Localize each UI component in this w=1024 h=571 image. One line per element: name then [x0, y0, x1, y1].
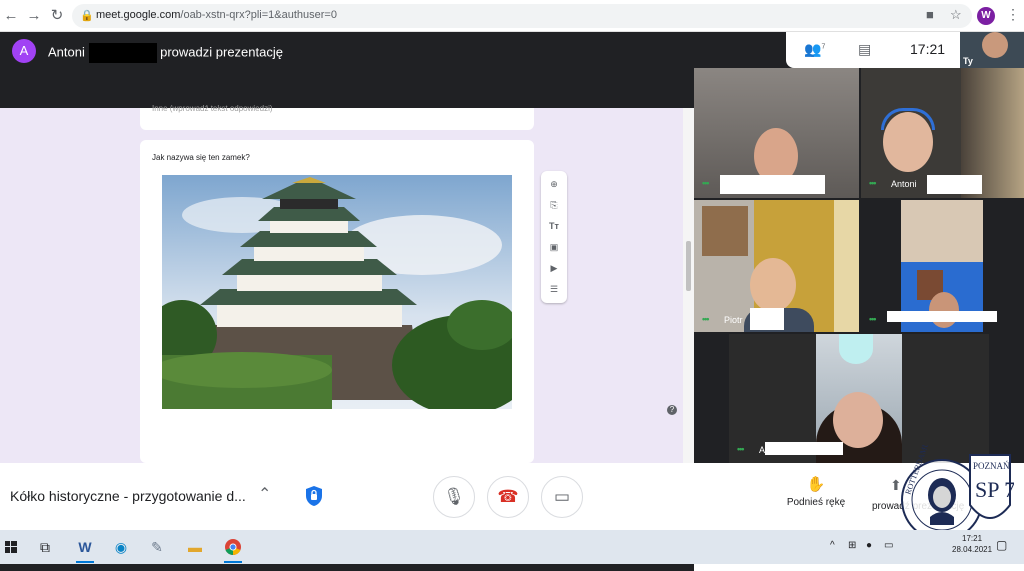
raise-hand-label: Podnieś rękę — [786, 497, 846, 508]
add-video-icon[interactable]: ▶ — [548, 262, 560, 274]
add-image-icon[interactable]: ▣ — [548, 241, 560, 253]
castle-photo — [162, 175, 512, 409]
camera-indicator-icon[interactable]: ■ — [926, 7, 934, 22]
participant-name: Antoni — [891, 179, 917, 189]
self-view-tile[interactable]: Ty — [960, 32, 1024, 68]
edge-app-icon[interactable]: ◉ — [110, 536, 132, 558]
name-redaction — [927, 175, 982, 194]
meeting-clock: 17:21 — [910, 41, 946, 57]
browser-menu-icon[interactable]: ⋮ — [1006, 6, 1020, 23]
presentation-area: Inne (wprowadź tekst odpowiedzi) Jak naz… — [0, 104, 694, 571]
meeting-info-panel: 👥7 ▤ 17:21 — [786, 32, 960, 68]
question-text: Jak nazywa się ten zamek? — [152, 153, 250, 162]
help-icon[interactable]: ? — [667, 405, 677, 415]
redaction-bar — [88, 43, 157, 63]
camera-icon: ▭ — [553, 487, 571, 506]
clock-date: 28.04.2021 — [952, 545, 993, 554]
audio-indicator-icon: ••• — [737, 444, 745, 454]
lock-icon: 🔒 — [80, 10, 94, 22]
raise-hand-button[interactable]: ✋ Podnieś rękę — [778, 475, 854, 508]
self-video — [982, 32, 1008, 58]
presenter-avatar: A — [12, 39, 36, 63]
presenter-banner: Antoni prowadzi prezentację — [48, 43, 283, 63]
participant-name: Piotr — [724, 315, 743, 325]
chrome-app-icon[interactable] — [222, 536, 244, 563]
windows-start-icon[interactable] — [0, 536, 22, 558]
form-card-previous: Inne (wprowadź tekst odpowiedzi) — [140, 104, 534, 130]
participant-tile[interactable]: ••• — [861, 200, 1024, 332]
audio-indicator-icon: ••• — [869, 314, 877, 324]
bookmark-star-icon[interactable]: ☆ — [950, 7, 962, 23]
self-label: Ty — [963, 56, 973, 66]
back-arrow-icon[interactable]: ← — [2, 7, 20, 25]
end-call-button[interactable]: ☎ — [487, 476, 529, 518]
previous-option-label: Inne (wprowadź tekst odpowiedzi) — [152, 104, 273, 113]
presenter-name: Antoni — [48, 44, 85, 60]
import-questions-icon[interactable]: ⎘ — [548, 199, 560, 211]
participant-tile[interactable]: ••• Antoni — [861, 68, 1024, 198]
participant-tile[interactable]: ••• — [694, 68, 859, 198]
tray-mic-icon[interactable]: ● — [866, 540, 872, 551]
audio-indicator-icon: ••• — [702, 314, 710, 324]
name-redaction — [887, 311, 997, 322]
svg-text:SP 7: SP 7 — [975, 477, 1014, 502]
chat-icon[interactable]: ▤ — [858, 41, 871, 58]
form-side-toolbar: ⊕ ⎘ Tт ▣ ▶ ☰ — [541, 171, 567, 303]
word-app-icon[interactable]: W — [74, 536, 96, 563]
notification-icon[interactable]: ▢ — [996, 538, 1007, 552]
forward-arrow-icon[interactable]: → — [25, 7, 43, 25]
participant-tile[interactable]: ••• Piotr — [694, 200, 859, 332]
add-title-icon[interactable]: Tт — [548, 220, 560, 232]
browser-toolbar: ← → ↻ 🔒 meet.google.com/oab-xstn-qrx?pli… — [0, 0, 1024, 32]
windows-taskbar: ⧉ W ◉ ✎ ▬ ^ ⊞ ● ▭ 17:21 28.04.2021 ▢ — [0, 530, 1024, 564]
clock-time: 17:21 — [962, 534, 983, 543]
profile-avatar[interactable]: W — [977, 7, 995, 25]
people-icon[interactable]: 👥7 — [804, 41, 825, 58]
hand-icon: ✋ — [806, 476, 826, 493]
participant-tile[interactable]: ••• A — [729, 334, 989, 463]
presenting-label: prowadzi prezentację — [160, 44, 283, 60]
add-section-icon[interactable]: ☰ — [548, 283, 560, 295]
people-count: 7 — [821, 43, 826, 51]
camera-button[interactable]: ▭ — [541, 476, 583, 518]
participant-grid: ••• ••• Antoni ••• Piotr ••• ••• A — [694, 68, 1024, 463]
task-view-icon[interactable]: ⧉ — [34, 536, 56, 558]
hang-up-icon: ☎ — [497, 487, 519, 506]
scrollbar-thumb[interactable] — [686, 241, 691, 291]
name-redaction — [720, 175, 825, 194]
shield-icon[interactable] — [304, 485, 324, 507]
tray-battery-icon[interactable]: ▭ — [884, 540, 893, 551]
url-path: /oab-xstn-qrx?pli=1&authuser=0 — [180, 9, 337, 21]
add-question-icon[interactable]: ⊕ — [548, 178, 560, 190]
participant-video — [750, 258, 796, 312]
tray-app-icon[interactable]: ⊞ — [848, 540, 856, 551]
microphone-button[interactable]: 🎙 — [433, 476, 475, 518]
participant-video — [833, 392, 883, 448]
reload-icon[interactable]: ↻ — [48, 7, 66, 25]
system-clock[interactable]: 17:21 28.04.2021 — [952, 533, 992, 555]
meet-control-bar: Kółko historyczne - przygotowanie d... ⌃… — [0, 463, 1024, 530]
url-host: meet.google.com — [96, 9, 181, 21]
audio-indicator-icon: ••• — [702, 178, 710, 188]
audio-indicator-icon: ••• — [869, 178, 877, 188]
tray-chevron-icon[interactable]: ^ — [830, 540, 835, 551]
name-redaction — [765, 442, 843, 455]
paint-app-icon[interactable]: ✎ — [146, 536, 168, 558]
microphone-icon: 🎙 — [443, 487, 465, 506]
name-redaction — [750, 308, 784, 330]
address-bar[interactable]: 🔒 meet.google.com/oab-xstn-qrx?pli=1&aut… — [72, 4, 972, 28]
meeting-title[interactable]: Kółko historyczne - przygotowanie d... — [10, 488, 246, 504]
file-explorer-icon[interactable]: ▬ — [184, 536, 206, 558]
chevron-up-icon[interactable]: ⌃ — [258, 484, 271, 504]
svg-text:POZNAŃ: POZNAŃ — [973, 461, 1010, 471]
participant-video — [929, 292, 959, 328]
form-card-question: Jak nazywa się ten zamek? — [140, 140, 534, 463]
